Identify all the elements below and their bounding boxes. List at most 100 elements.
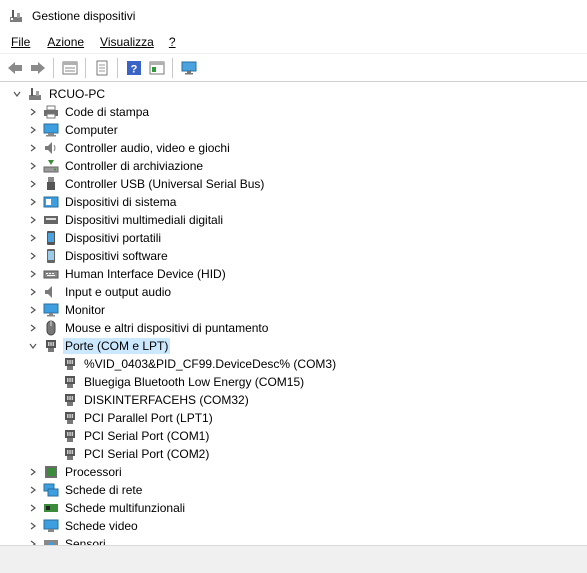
- chevron-right-icon[interactable]: [28, 215, 38, 225]
- chevron-right-icon[interactable]: [28, 107, 38, 117]
- tree-item-label: PCI Serial Port (COM2): [84, 447, 210, 461]
- tree-item-label: Controller audio, video e giochi: [65, 141, 230, 155]
- chevron-down-icon[interactable]: [28, 341, 38, 351]
- tree-item-label: %VID_0403&PID_CF99.DeviceDesc% (COM3): [84, 357, 337, 371]
- chevron-right-icon[interactable]: [28, 287, 38, 297]
- menu-file[interactable]: File: [10, 35, 31, 49]
- tree-item-label: Controller di archiviazione: [65, 159, 204, 173]
- mouse-icon: [42, 320, 60, 336]
- chevron-right-icon[interactable]: [28, 251, 38, 261]
- tree-device[interactable]: PCI Parallel Port (LPT1): [61, 409, 215, 427]
- network-icon: [42, 482, 60, 498]
- tree-item-label: Human Interface Device (HID): [65, 267, 226, 281]
- tree-item-label: Schede multifunzionali: [65, 501, 186, 515]
- toolbar-separator: [172, 57, 173, 78]
- tree-category[interactable]: Schede multifunzionali: [30, 499, 187, 517]
- tree-device[interactable]: %VID_0403&PID_CF99.DeviceDesc% (COM3): [61, 355, 338, 373]
- portable-icon: [42, 230, 60, 246]
- chevron-right-icon[interactable]: [28, 305, 38, 315]
- chevron-right-icon[interactable]: [28, 323, 38, 333]
- tree-category[interactable]: Processori: [30, 463, 124, 481]
- tree-item-label: Bluegiga Bluetooth Low Energy (COM15): [84, 375, 305, 389]
- port-device-icon: [61, 392, 79, 408]
- tree-category[interactable]: Sensori: [30, 535, 108, 545]
- tree-item-label: RCUO-PC: [49, 87, 105, 101]
- menu-visualizza[interactable]: Visualizza: [99, 35, 155, 49]
- tree-item-label: Sensori: [65, 537, 106, 545]
- system-icon: [42, 194, 60, 210]
- tree-item-label: Dispositivi di sistema: [65, 195, 177, 209]
- tree-category[interactable]: Controller USB (Universal Serial Bus): [30, 175, 266, 193]
- chevron-right-icon[interactable]: [28, 197, 38, 207]
- computer-icon: [42, 122, 60, 138]
- hid-icon: [42, 266, 60, 282]
- tree-device[interactable]: PCI Serial Port (COM2): [61, 445, 211, 463]
- tree-item-label: Computer: [65, 123, 118, 137]
- tree-category[interactable]: Controller audio, video e giochi: [30, 139, 232, 157]
- chevron-right-icon[interactable]: [28, 485, 38, 495]
- document-icon[interactable]: [91, 57, 113, 79]
- chevron-right-icon[interactable]: [28, 503, 38, 513]
- tree-category[interactable]: Monitor: [30, 301, 107, 319]
- tree-item-label: Dispositivi portatili: [65, 231, 162, 245]
- tree-item-label: Mouse e altri dispositivi di puntamento: [65, 321, 269, 335]
- tree-category[interactable]: Dispositivi di sistema: [30, 193, 178, 211]
- chevron-right-icon[interactable]: [28, 233, 38, 243]
- help-icon[interactable]: ?: [123, 57, 145, 79]
- menu-help[interactable]: ?: [168, 35, 177, 49]
- tree-device[interactable]: PCI Serial Port (COM1): [61, 427, 211, 445]
- device-tree: RCUO-PC Code di stampa Computer Controller …: [0, 81, 587, 545]
- tree-category[interactable]: Code di stampa: [30, 103, 151, 121]
- chevron-right-icon[interactable]: [28, 161, 38, 171]
- chevron-right-icon[interactable]: [28, 125, 38, 135]
- tree-category[interactable]: Mouse e altri dispositivi di puntamento: [30, 319, 270, 337]
- tree-item-label: Monitor: [65, 303, 106, 317]
- tree-category[interactable]: Human Interface Device (HID): [30, 265, 228, 283]
- tree-item-label: Code di stampa: [65, 105, 150, 119]
- menu-file-label: File: [11, 35, 31, 49]
- processor-icon: [42, 464, 60, 480]
- tree-category[interactable]: Dispositivi portatili: [30, 229, 163, 247]
- port-device-icon: [61, 356, 79, 372]
- forward-arrow-icon[interactable]: [27, 57, 49, 79]
- chevron-right-icon[interactable]: [28, 269, 38, 279]
- menu-bar: File Azione Visualizza ?: [0, 31, 587, 53]
- tree-category[interactable]: Input e output audio: [30, 283, 173, 301]
- tree-item-label: PCI Parallel Port (LPT1): [84, 411, 213, 425]
- tree-category[interactable]: Computer: [30, 121, 120, 139]
- toolbar-separator: [85, 57, 86, 78]
- back-arrow-icon[interactable]: [4, 57, 26, 79]
- chevron-right-icon[interactable]: [28, 521, 38, 531]
- properties-icon[interactable]: [59, 57, 81, 79]
- chevron-right-icon[interactable]: [28, 467, 38, 477]
- toolbar-separator: [53, 57, 54, 78]
- tree-category[interactable]: Schede video: [30, 517, 140, 535]
- port-device-icon: [61, 446, 79, 462]
- port-device-icon: [61, 428, 79, 444]
- scan-hardware-icon[interactable]: [178, 57, 200, 79]
- tree-item-label: Controller USB (Universal Serial Bus): [65, 177, 265, 191]
- view-resources-icon[interactable]: [146, 57, 168, 79]
- tree-category[interactable]: Dispositivi software: [30, 247, 170, 265]
- menu-help-label: ?: [168, 35, 176, 49]
- tree-item-label: DISKINTERFACEHS (COM32): [84, 393, 249, 407]
- computer-root-icon: [26, 86, 44, 102]
- multifunction-icon: [42, 500, 60, 516]
- menu-azione[interactable]: Azione: [46, 35, 85, 49]
- speaker-icon: [42, 140, 60, 156]
- printer-icon: [42, 104, 60, 120]
- status-bar: [0, 545, 587, 573]
- chevron-right-icon[interactable]: [28, 143, 38, 153]
- tree-item-label: Schede video: [65, 519, 138, 533]
- tree-device[interactable]: DISKINTERFACEHS (COM32): [61, 391, 251, 409]
- tree-category[interactable]: Controller di archiviazione: [30, 157, 205, 175]
- chevron-right-icon[interactable]: [28, 179, 38, 189]
- audio-io-icon: [42, 284, 60, 300]
- tree-root[interactable]: RCUO-PC: [13, 85, 107, 103]
- storage-icon: [42, 158, 60, 174]
- tree-category[interactable]: Schede di rete: [30, 481, 144, 499]
- chevron-down-icon[interactable]: [12, 89, 22, 99]
- tree-category[interactable]: Porte (COM e LPT): [29, 337, 171, 355]
- tree-device[interactable]: Bluegiga Bluetooth Low Energy (COM15): [61, 373, 306, 391]
- tree-category[interactable]: Dispositivi multimediali digitali: [30, 211, 225, 229]
